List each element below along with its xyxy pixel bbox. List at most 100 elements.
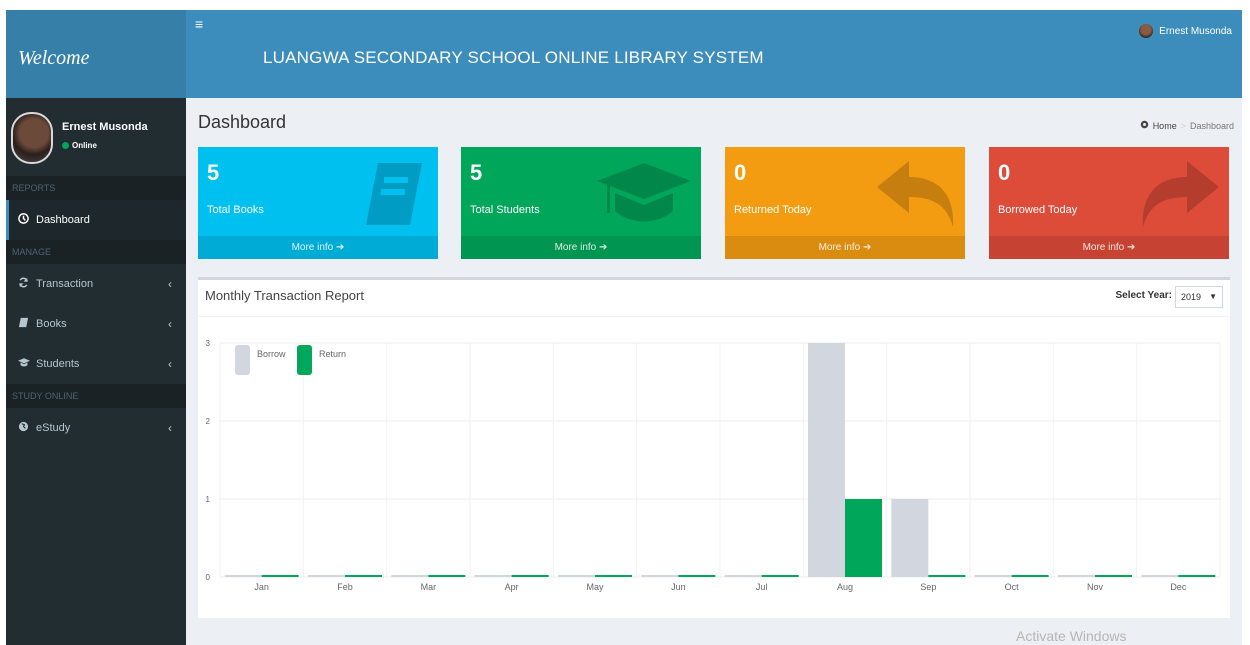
more-info-link[interactable]: More info ➔ xyxy=(461,236,701,259)
stat-value: 0 xyxy=(734,160,747,185)
sidebar-item-books[interactable]: Books ‹ xyxy=(6,304,186,344)
stat-box-students: 5 Total Students More info ➔ xyxy=(461,147,701,259)
legend-label-return: Return xyxy=(319,349,346,359)
chevron-left-icon: ‹ xyxy=(168,317,172,331)
more-info-link[interactable]: More info ➔ xyxy=(725,236,965,259)
stat-box-books: 5 Total Books More info ➔ xyxy=(198,147,438,259)
year-select[interactable]: 2019 ▼ xyxy=(1175,286,1223,308)
monthly-transaction-chart: 0 1 2 3 Jan Feb Mar Apr May Jun Jul Aug Sep Oct Nov Dec… xyxy=(206,339,1221,592)
stat-label: Total Students xyxy=(470,204,540,216)
bar-return-apr xyxy=(511,575,549,577)
bar-borrow-feb xyxy=(308,575,345,577)
user-menu-name: Ernest Musonda xyxy=(1159,25,1232,37)
menu-toggle-icon[interactable]: ≡ xyxy=(195,16,203,32)
breadcrumb-separator: > xyxy=(1180,120,1186,131)
more-info-link[interactable]: More info ➔ xyxy=(989,236,1229,259)
bar-return-sep xyxy=(928,575,966,577)
bar-return-nov xyxy=(1095,575,1132,577)
bar-return-dec xyxy=(1178,575,1216,577)
more-info-label: More info xyxy=(1082,242,1125,253)
x-tick-label: Aug xyxy=(837,582,853,592)
x-tick-label: Oct xyxy=(1005,582,1020,592)
x-tick-label: Apr xyxy=(505,582,519,592)
refresh-icon xyxy=(18,277,36,291)
sidebar-item-students[interactable]: Students ‹ xyxy=(6,344,186,384)
sidebar-item-label: Transaction xyxy=(36,278,94,290)
activation-watermark: Activate Windows xyxy=(1016,628,1127,644)
stat-label: Returned Today xyxy=(734,204,812,216)
legend-label-borrow: Borrow xyxy=(257,349,286,359)
sidebar-item-label: Students xyxy=(36,358,80,370)
bar-return-jul xyxy=(761,575,799,577)
bar-borrow-dec xyxy=(1141,575,1179,577)
avatar xyxy=(1139,24,1154,38)
more-info-label: More info xyxy=(291,242,334,253)
stat-value: 5 xyxy=(470,160,483,185)
book-icon xyxy=(366,163,422,225)
report-title: Monthly Transaction Report xyxy=(205,288,364,303)
dashboard-icon xyxy=(18,213,36,227)
breadcrumb-current: Dashboard xyxy=(1189,120,1234,131)
bar-return-feb xyxy=(345,575,382,577)
more-info-label: More info xyxy=(818,242,861,253)
user-name: Ernest Musonda xyxy=(62,121,148,133)
bar-borrow-jul xyxy=(724,575,762,577)
breadcrumb-home[interactable]: Home xyxy=(1153,121,1177,131)
graduation-cap-icon xyxy=(18,357,36,371)
user-status-label: Online xyxy=(72,141,97,150)
x-tick-label: Mar xyxy=(421,582,437,592)
logo[interactable]: Welcome xyxy=(6,10,186,98)
bar-return-oct xyxy=(1011,575,1049,577)
stat-label: Total Books xyxy=(207,204,264,216)
sidebar: Ernest Musonda Online REPORTS Dashboard … xyxy=(6,98,186,645)
share-icon xyxy=(1142,161,1219,227)
bar-borrow-aug xyxy=(808,343,845,577)
chevron-left-icon: ‹ xyxy=(168,421,172,435)
stat-box-borrowed: 0 Borrowed Today More info ➔ xyxy=(989,147,1229,259)
sidebar-item-label: Dashboard xyxy=(36,214,90,226)
chevron-left-icon: ‹ xyxy=(168,277,172,291)
stat-value: 0 xyxy=(998,160,1011,185)
stat-value: 5 xyxy=(207,160,220,185)
y-tick-label: 0 xyxy=(206,573,211,582)
sidebar-item-transaction[interactable]: Transaction ‹ xyxy=(6,264,186,304)
bar-return-jan xyxy=(261,575,299,577)
x-tick-label: Dec xyxy=(1170,582,1187,592)
app-frame: Welcome Ernest Musonda Online REPORTS Da… xyxy=(6,10,1242,645)
x-tick-label: Feb xyxy=(337,582,353,592)
x-tick-label: Jul xyxy=(756,582,768,592)
bar-return-mar xyxy=(428,575,466,577)
bar-return-aug xyxy=(845,499,882,577)
sidebar-item-dashboard[interactable]: Dashboard xyxy=(6,200,186,240)
top-navbar: ≡ LUANGWA SECONDARY SCHOOL ONLINE LIBRAR… xyxy=(186,10,1242,98)
divider xyxy=(198,316,1230,317)
chevron-down-icon: ▼ xyxy=(1209,292,1217,301)
bar-borrow-sep xyxy=(891,499,929,577)
x-tick-label: Nov xyxy=(1087,582,1104,592)
year-label: Select Year: xyxy=(1115,290,1172,301)
online-dot-icon xyxy=(62,142,69,149)
page-title: Dashboard xyxy=(198,112,287,132)
book-icon xyxy=(18,317,36,331)
bar-return-jun xyxy=(678,575,716,577)
more-info-link[interactable]: More info ➔ xyxy=(198,236,438,259)
x-tick-label: Sep xyxy=(920,582,936,592)
breadcrumb: Home > Dashboard xyxy=(1140,120,1234,131)
bar-borrow-may xyxy=(558,575,595,577)
bar-borrow-apr xyxy=(474,575,512,577)
stat-label: Borrowed Today xyxy=(998,204,1078,216)
user-menu[interactable]: Ernest Musonda xyxy=(1139,24,1232,38)
graduation-cap-icon xyxy=(597,163,691,222)
y-tick-label: 2 xyxy=(206,417,211,426)
sidebar-item-estudy[interactable]: eStudy ‹ xyxy=(6,408,186,448)
user-panel: Ernest Musonda Online xyxy=(6,98,186,176)
x-tick-label: May xyxy=(586,582,604,592)
globe-icon xyxy=(18,421,36,435)
chevron-left-icon: ‹ xyxy=(168,357,172,371)
x-tick-label: Jan xyxy=(254,582,269,592)
bar-return-may xyxy=(595,575,632,577)
report-panel: Monthly Transaction Report Select Year: … xyxy=(198,277,1230,618)
menu-header-study: STUDY ONLINE xyxy=(6,384,186,408)
bar-borrow-oct xyxy=(974,575,1012,577)
bar-borrow-mar xyxy=(391,575,429,577)
